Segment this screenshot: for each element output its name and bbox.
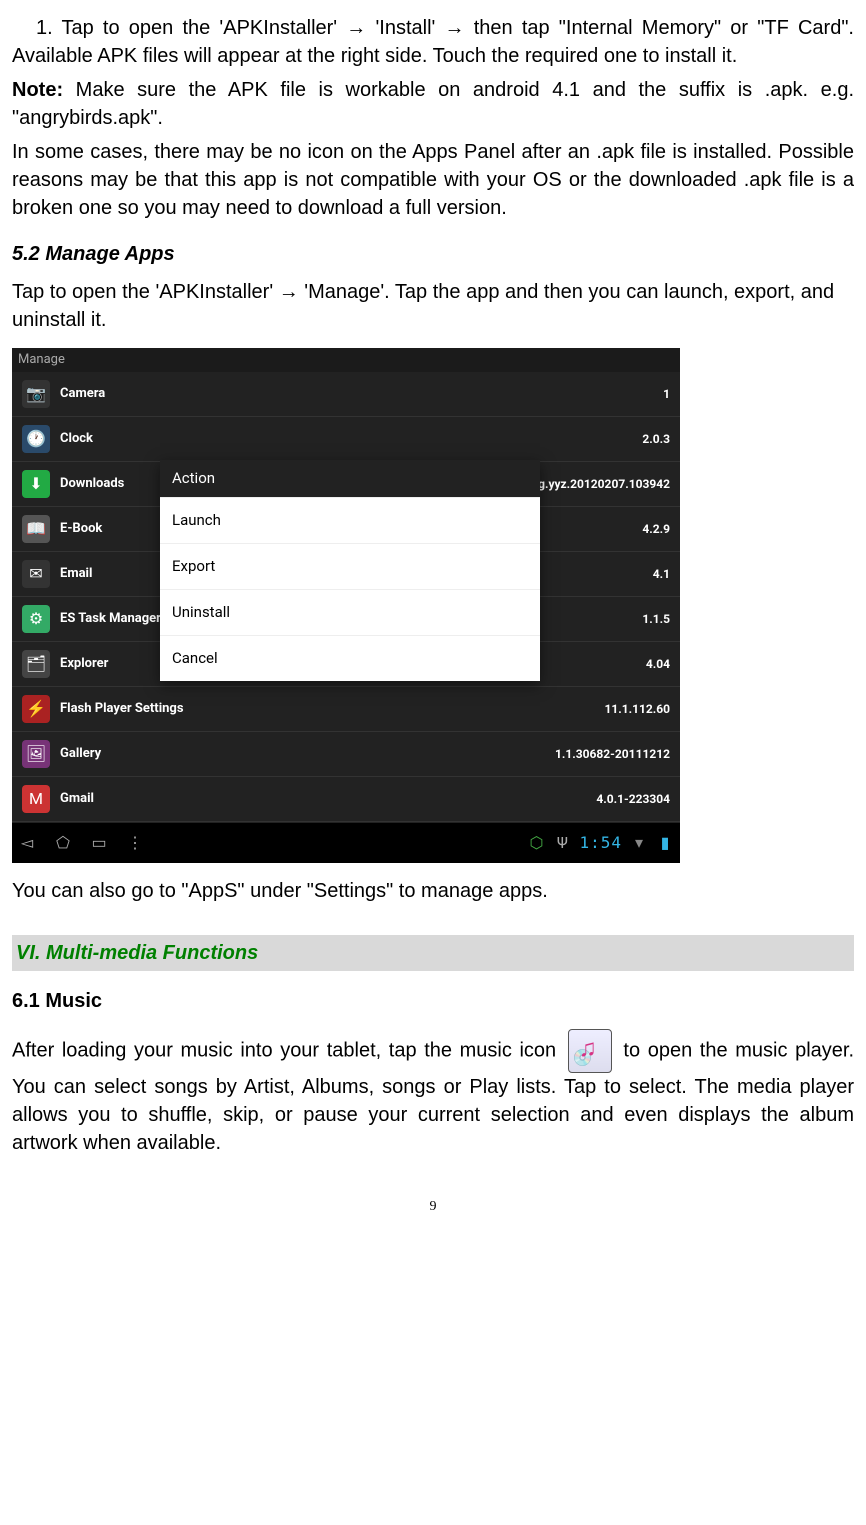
heading-5-2: 5.2 Manage Apps — [12, 240, 854, 268]
paragraph-apps-settings: You can also go to "AppS" under "Setting… — [12, 877, 854, 905]
app-icon: ✉ — [22, 560, 50, 588]
app-version: 4.04 — [646, 656, 670, 673]
system-navbar: ◅ ⬠ ▭ ⋮ ⬡ Ψ 1:54 ▾ ▮ — [12, 822, 680, 863]
manage-tab[interactable]: Manage — [12, 348, 680, 372]
android-icon: ⬡ — [527, 832, 545, 854]
popup-action-export[interactable]: Export — [160, 543, 540, 589]
app-name: Gallery — [60, 745, 555, 763]
heading-6-1: 6.1 Music — [12, 987, 854, 1015]
app-version: 4.2.9 — [642, 521, 670, 538]
app-icon: M — [22, 785, 50, 813]
app-version: 4.1 — [653, 566, 670, 583]
app-version: 1.1.5 — [642, 611, 670, 628]
popup-action-launch[interactable]: Launch — [160, 497, 540, 543]
app-name: Flash Player Settings — [60, 700, 604, 718]
back-icon[interactable]: ◅ — [18, 832, 36, 854]
app-icon: 📖 — [22, 515, 50, 543]
app-version: 4.0.1-223304 — [596, 791, 670, 808]
note-label: Note: — [12, 79, 63, 101]
battery-icon: ▮ — [656, 832, 674, 854]
home-icon[interactable]: ⬠ — [54, 832, 72, 854]
music-icon — [568, 1029, 612, 1073]
paragraph-compat: In some cases, there may be no icon on t… — [12, 138, 854, 222]
app-icon: ⬇ — [22, 470, 50, 498]
app-icon: ⚡ — [22, 695, 50, 723]
app-icon: 🖼 — [22, 740, 50, 768]
paragraph-install-steps: 1. Tap to open the 'APKInstaller' → 'Ins… — [12, 14, 854, 70]
app-row[interactable]: ⚡ Flash Player Settings11.1.112.60 — [12, 687, 680, 732]
page-number: 9 — [12, 1197, 854, 1217]
app-name: Gmail — [60, 790, 596, 808]
app-version: 1.1.30682-20111212 — [555, 746, 670, 763]
music-text-pre: After loading your music into your table… — [12, 1039, 564, 1061]
wifi-icon: ▾ — [630, 832, 648, 854]
popup-action-cancel[interactable]: Cancel — [160, 635, 540, 681]
paragraph-manage-intro: Tap to open the 'APKInstaller' → 'Manage… — [12, 278, 854, 334]
app-version: 2.0.3 — [642, 431, 670, 448]
app-version: 1 — [663, 386, 670, 403]
app-name: Camera — [60, 385, 663, 403]
usb-icon: Ψ — [553, 832, 571, 854]
app-version: 11.1.112.60 — [604, 701, 670, 718]
app-row[interactable]: M Gmail4.0.1-223304 — [12, 777, 680, 822]
paragraph-note: Note: Make sure the APK file is workable… — [12, 76, 854, 132]
app-icon: 🕐 — [22, 425, 50, 453]
app-icon: 📷 — [22, 380, 50, 408]
app-row[interactable]: 📷 Camera1 — [12, 372, 680, 417]
recent-apps-icon[interactable]: ▭ — [90, 832, 108, 854]
heading-vi: VI. Multi-media Functions — [12, 935, 854, 971]
menu-icon[interactable]: ⋮ — [126, 832, 144, 854]
app-icon: ⚙ — [22, 605, 50, 633]
app-row[interactable]: 🕐 Clock2.0.3 — [12, 417, 680, 462]
status-clock: 1:54 — [579, 832, 622, 854]
apkinstaller-manage-screenshot: Manage 📷Camera1🕐Clock2.0.3⬇DownloadsB-en… — [12, 348, 680, 863]
note-body: Make sure the APK file is workable on an… — [12, 79, 854, 129]
action-popup: Action LaunchExportUninstallCancel — [160, 460, 540, 681]
popup-action-uninstall[interactable]: Uninstall — [160, 589, 540, 635]
paragraph-music: After loading your music into your table… — [12, 1029, 854, 1157]
app-icon: 🗂 — [22, 650, 50, 678]
popup-title: Action — [160, 460, 540, 497]
app-name: Clock — [60, 430, 642, 448]
app-row[interactable]: 🖼 Gallery1.1.30682-20111212 — [12, 732, 680, 777]
